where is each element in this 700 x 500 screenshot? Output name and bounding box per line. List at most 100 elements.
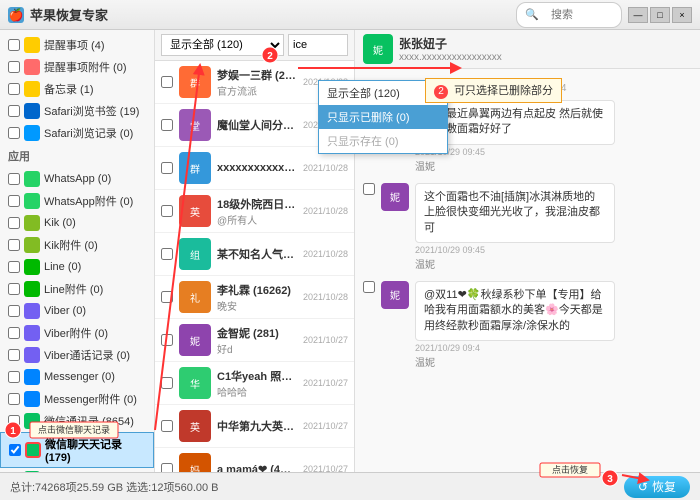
msg-content: @双11❤🍀秋绿系秒下单【专用】给哈我有用面霜额水的美客🌸今天都是用终经款秒面霜…	[415, 281, 615, 369]
filter-input[interactable]	[288, 34, 348, 56]
sidebar-section-app: 应用	[0, 144, 154, 168]
chat-info: 魔仙堂人间分堂 (52)	[217, 117, 297, 133]
sidebar-item-safari-hist[interactable]: Safari浏览记录 (0)	[0, 122, 154, 144]
sidebar-item-viber-call[interactable]: Viber通话记录 (0)	[0, 344, 154, 366]
chat-item-checkbox[interactable]	[161, 162, 173, 174]
chat-avatar: 英	[179, 195, 211, 227]
chat-list-panel: 显示全部 (120) 显示全部 (120) 只显示已删除 (0) 只显示存在 (…	[155, 30, 355, 472]
chat-item-checkbox[interactable]	[161, 76, 173, 88]
chat-item-checkbox[interactable]	[161, 291, 173, 303]
sidebar-item-notes[interactable]: 提醒事项 (4)	[0, 34, 154, 56]
title-bar-left: 🍎 苹果恢复专家	[8, 5, 108, 24]
title-bar: 🍎 苹果恢复专家 🔍 — □ ×	[0, 0, 700, 30]
chat-item[interactable]: 英 18级外院西日英专业 (1193) @所有人 2021/10/28	[155, 190, 354, 233]
sidebar-item-reminders[interactable]: 提醒事项附件 (0)	[0, 56, 154, 78]
sidebar-item-whatsapp[interactable]: WhatsApp (0)	[0, 168, 154, 190]
viber-checkbox[interactable]	[8, 305, 20, 317]
msg-sender-avatar: 妮	[381, 183, 409, 211]
dropdown-item-deleted[interactable]: 只显示已删除 (0)	[319, 105, 447, 129]
chat-item-checkbox[interactable]	[161, 119, 173, 131]
chat-item-checkbox[interactable]	[161, 463, 173, 472]
kik-attach-icon	[24, 237, 40, 253]
chat-info: 金智妮 (281) 好d	[217, 325, 297, 356]
chat-item[interactable]: 华 C1华yeah 照♥ (87) 哈哈哈 2021/10/27	[155, 362, 354, 405]
chat-item[interactable]: 妮 金智妮 (281) 好d 2021/10/27	[155, 319, 354, 362]
whatsapp-attach-checkbox[interactable]	[8, 195, 20, 207]
chat-info: 某不知名人气组合 (165)	[217, 246, 297, 262]
contact-name: 张张妞子	[399, 35, 692, 52]
window-controls: — □ ×	[628, 7, 692, 23]
bottom-stats: 总计:74268项25.59 GB 选选:12项560.00 B	[10, 479, 219, 495]
viber-attach-checkbox[interactable]	[8, 327, 20, 339]
sidebar-item-messenger[interactable]: Messenger (0)	[0, 366, 154, 388]
chat-info: C1华yeah 照♥ (87) 哈哈哈	[217, 368, 297, 399]
contact-avatar: 妮	[363, 34, 393, 64]
bottom-bar: 总计:74268项25.59 GB 选选:12项560.00 B ↺ 恢复	[0, 472, 700, 500]
kik-checkbox[interactable]	[8, 217, 20, 229]
whatsapp-icon	[24, 171, 40, 187]
whatsapp-checkbox[interactable]	[8, 173, 20, 185]
chat-item-checkbox[interactable]	[161, 377, 173, 389]
chat-item-checkbox[interactable]	[161, 205, 173, 217]
close-button[interactable]: ×	[672, 7, 692, 23]
msg-nickname: 温妮	[415, 354, 615, 369]
filter-select[interactable]: 显示全部 (120)	[161, 34, 284, 56]
filter-row: 显示全部 (120)	[161, 34, 348, 56]
sidebar-item-wechat[interactable]: 微信通讯录 (8654)	[0, 410, 154, 432]
dropdown-item-existing[interactable]: 只显示存在 (0)	[319, 129, 447, 153]
sidebar-item-memo[interactable]: 备忘录 (1)	[0, 78, 154, 100]
chat-item-checkbox[interactable]	[161, 420, 173, 432]
sidebar-item-line-attach[interactable]: Line附件 (0)	[0, 278, 154, 300]
chat-item[interactable]: 礼 李礼霖 (16262) 晚安 2021/10/28	[155, 276, 354, 319]
chat-info: 18级外院西日英专业 (1193) @所有人	[217, 196, 297, 227]
sidebar-item-kik[interactable]: Kik (0)	[0, 212, 154, 234]
safari-hist-checkbox[interactable]	[8, 127, 20, 139]
sidebar-item-kik-attach[interactable]: Kik附件 (0)	[0, 234, 154, 256]
sidebar-item-viber[interactable]: Viber (0)	[0, 300, 154, 322]
message-header: 妮 张张妞子 xxxx.xxxxxxxxxxxxxxxx	[355, 30, 700, 69]
msg-nickname: 温妮	[415, 256, 615, 271]
whatsapp-attach-icon	[24, 193, 40, 209]
viber-call-checkbox[interactable]	[8, 349, 20, 361]
chat-avatar: 妮	[179, 324, 211, 356]
chat-item[interactable]: 组 某不知名人气组合 (165) 2021/10/28	[155, 233, 354, 276]
kik-attach-checkbox[interactable]	[8, 239, 20, 251]
msg-time: 2021/10/29 09:4	[415, 343, 615, 353]
msg-checkbox[interactable]	[363, 183, 375, 195]
wechat-chat-checkbox[interactable]	[9, 444, 21, 456]
wechat-checkbox[interactable]	[8, 415, 20, 427]
recover-button[interactable]: ↺ 恢复	[624, 476, 690, 498]
chat-avatar: 群	[179, 152, 211, 184]
chat-avatar: 妈	[179, 453, 211, 472]
line-checkbox[interactable]	[8, 261, 20, 273]
messenger-checkbox[interactable]	[8, 371, 20, 383]
sidebar-item-wechat-chat[interactable]: 微信聊天天记录 (179)	[0, 432, 154, 468]
memo-checkbox[interactable]	[8, 83, 20, 95]
sidebar-item-messenger-attach[interactable]: Messenger附件 (0)	[0, 388, 154, 410]
line-icon	[24, 259, 40, 275]
sidebar-item-safari-book[interactable]: Safari浏览书签 (19)	[0, 100, 154, 122]
msg-row-wrap: 妮 @双11❤🍀秋绿系秒下单【专用】给哈我有用面霜额水的美客🌸今天都是用终经款秒…	[363, 281, 692, 369]
chat-item-checkbox[interactable]	[161, 334, 173, 346]
chat-item-checkbox[interactable]	[161, 248, 173, 260]
safari-book-checkbox[interactable]	[8, 105, 20, 117]
minimize-button[interactable]: —	[628, 7, 648, 23]
sidebar-item-whatsapp-attach[interactable]: WhatsApp附件 (0)	[0, 190, 154, 212]
notes-checkbox[interactable]	[8, 39, 20, 51]
reminders-checkbox[interactable]	[8, 61, 20, 73]
msg-checkbox[interactable]	[363, 281, 375, 293]
memo-icon	[24, 81, 40, 97]
safari-hist-icon	[24, 125, 40, 141]
wechat-chat-icon	[25, 442, 41, 458]
sidebar-item-viber-attach[interactable]: Viber附件 (0)	[0, 322, 154, 344]
chat-info: 李礼霖 (16262) 晚安	[217, 282, 297, 313]
maximize-button[interactable]: □	[650, 7, 670, 23]
msg-content: 这个面霜也不油[插旗]冰淇淋质地的 上脸很快变细光光收了，我混油皮都可 2021…	[415, 183, 615, 271]
line-attach-checkbox[interactable]	[8, 283, 20, 295]
sidebar-item-line[interactable]: Line (0)	[0, 256, 154, 278]
sidebar-item-wechat-moments[interactable]: 微信朋友圈 (25556)	[0, 468, 154, 472]
chat-item[interactable]: 妈 a mamá❤ (4369) 2021/10/27	[155, 448, 354, 472]
messenger-attach-checkbox[interactable]	[8, 393, 20, 405]
search-input[interactable]	[543, 5, 613, 25]
chat-item[interactable]: 英 中华第九大英系起跑线❤❤ (780) 2021/10/27	[155, 405, 354, 448]
